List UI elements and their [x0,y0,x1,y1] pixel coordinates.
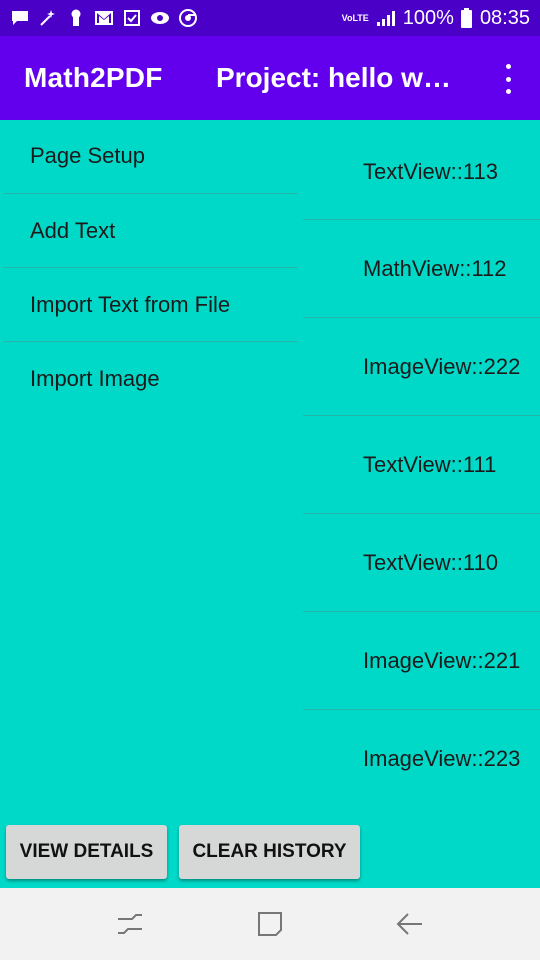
menu-item-import-text[interactable]: Import Text from File [3,268,298,342]
chrome-icon [178,8,198,28]
signal-icon [376,8,396,28]
battery-percent: 100% [402,6,454,29]
system-nav-bar [0,888,540,960]
menu-item-import-image[interactable]: Import Image [3,342,298,416]
system-status: VoLTE 100% 08:35 [342,7,530,30]
clear-history-button[interactable]: CLEAR HISTORY [179,825,360,879]
keyhole-icon [66,8,86,28]
list-item[interactable]: ImageView::222 [303,318,540,416]
list-item[interactable]: TextView::110 [303,514,540,612]
battery-icon [461,8,473,28]
list-item[interactable]: ImageView::221 [303,612,540,710]
list-item[interactable]: ImageView::223 [303,710,540,808]
gmail-icon [94,8,114,28]
clock: 08:35 [479,6,530,29]
message-icon [10,8,30,28]
list-item[interactable]: MathView::112 [303,220,540,318]
eye-icon [150,8,170,28]
home-icon[interactable] [250,904,290,944]
volte-indicator: VoLTE [341,12,369,23]
magic-wand-icon [38,8,58,28]
list-item[interactable]: TextView::111 [303,416,540,514]
action-menu: Page Setup Add Text Import Text from Fil… [0,120,298,416]
menu-item-add-text[interactable]: Add Text [3,194,298,268]
menu-item-page-setup[interactable]: Page Setup [3,118,298,194]
app-bar: Math2PDF Project: hello world [0,36,540,120]
checkbox-icon [122,8,142,28]
project-title: Project: hello world [216,62,466,93]
status-bar: VoLTE 100% 08:35 [0,0,540,36]
view-details-button[interactable]: VIEW DETAILS [6,825,167,879]
more-vert-icon[interactable] [496,64,520,94]
recents-icon[interactable] [110,904,150,944]
back-icon[interactable] [390,904,430,944]
app-title: Math2PDF [24,62,163,93]
list-item[interactable]: TextView::113 [303,120,540,220]
history-list: TextView::113 MathView::112 ImageView::2… [303,120,540,808]
notification-icons [10,8,198,28]
